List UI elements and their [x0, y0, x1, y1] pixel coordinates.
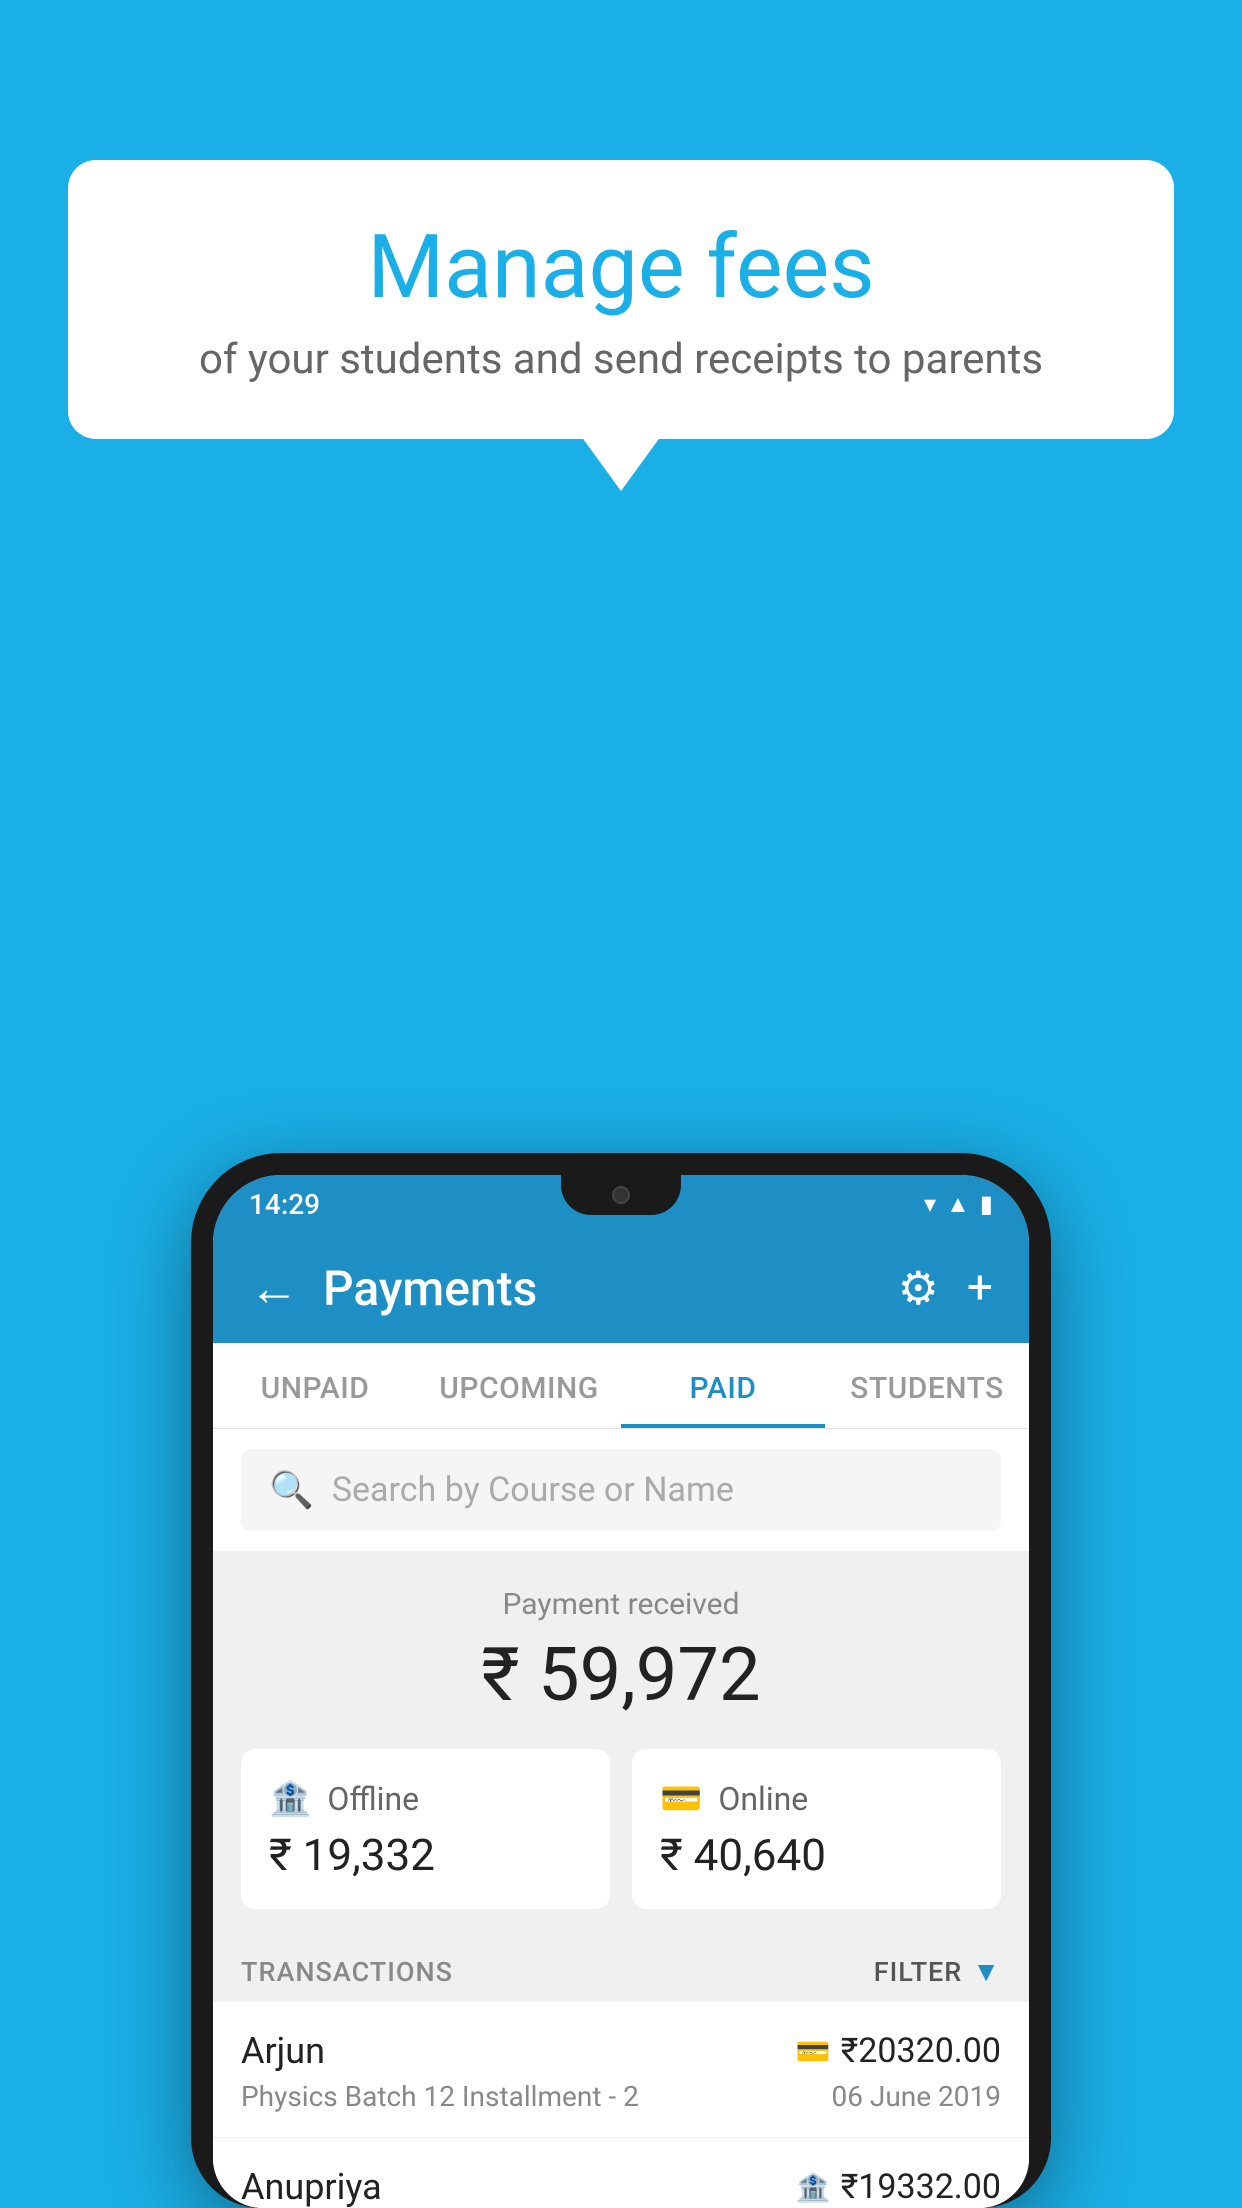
- offline-card-header: 🏦 Offline: [269, 1779, 582, 1819]
- tab-students[interactable]: STUDENTS: [825, 1343, 1029, 1428]
- bubble-subtitle: of your students and send receipts to pa…: [118, 335, 1124, 384]
- status-time: 14:29: [249, 1188, 320, 1221]
- app-bar-title: Payments: [323, 1260, 898, 1317]
- filter-label: FILTER: [874, 1956, 963, 1988]
- offline-type: Offline: [327, 1780, 419, 1818]
- settings-icon[interactable]: ⚙: [898, 1261, 939, 1316]
- offline-amount: ₹ 19,332: [269, 1829, 582, 1881]
- notch: [561, 1175, 681, 1215]
- transaction-bottom-1: Physics Batch 12 Installment - 2 06 June…: [241, 2080, 1001, 2113]
- transactions-label: TRANSACTIONS: [241, 1956, 453, 1988]
- transactions-header: TRANSACTIONS FILTER ▼: [213, 1939, 1029, 2002]
- online-amount: ₹ 40,640: [660, 1829, 973, 1881]
- back-button[interactable]: ←: [249, 1259, 299, 1318]
- signal-icon: ▲: [946, 1190, 970, 1219]
- phone-screen: 14:29 ▾ ▲ ▮ ← Payments ⚙ + UNPAID UPCO: [213, 1175, 1029, 2208]
- online-icon: 💳: [660, 1779, 702, 1819]
- wifi-icon: ▾: [924, 1190, 936, 1218]
- offline-card: 🏦 Offline ₹ 19,332: [241, 1749, 610, 1909]
- camera: [612, 1186, 630, 1204]
- cards-row: 🏦 Offline ₹ 19,332 💳 Online ₹ 40,640: [213, 1749, 1029, 1939]
- search-box[interactable]: 🔍 Search by Course or Name: [241, 1449, 1001, 1531]
- tabs: UNPAID UPCOMING PAID STUDENTS: [213, 1343, 1029, 1429]
- online-card: 💳 Online ₹ 40,640: [632, 1749, 1001, 1909]
- status-icons: ▾ ▲ ▮: [924, 1190, 993, 1219]
- transaction-detail-1: Physics Batch 12 Installment - 2: [241, 2080, 639, 2113]
- app-bar-actions: ⚙ +: [898, 1261, 993, 1316]
- filter-button[interactable]: FILTER ▼: [874, 1955, 1001, 1988]
- payment-summary: Payment received ₹ 59,972: [213, 1551, 1029, 1749]
- transaction-row[interactable]: Arjun 💳 ₹20320.00 Physics Batch 12 Insta…: [213, 2002, 1029, 2138]
- transactions-list: Arjun 💳 ₹20320.00 Physics Batch 12 Insta…: [213, 2002, 1029, 2208]
- phone-outer: 14:29 ▾ ▲ ▮ ← Payments ⚙ + UNPAID UPCO: [191, 1153, 1051, 2208]
- phone-mockup: 14:29 ▾ ▲ ▮ ← Payments ⚙ + UNPAID UPCO: [191, 1153, 1051, 2208]
- transaction-top-2: Anupriya 🏦 ₹19332.00: [241, 2166, 1001, 2208]
- transaction-amount-2: 🏦 ₹19332.00: [796, 2167, 1001, 2207]
- transaction-date-1: 06 June 2019: [831, 2080, 1001, 2113]
- offline-icon: 🏦: [269, 1779, 311, 1819]
- online-card-header: 💳 Online: [660, 1779, 973, 1819]
- search-wrap: 🔍 Search by Course or Name: [213, 1429, 1029, 1551]
- payment-amount: ₹ 59,972: [213, 1632, 1029, 1719]
- filter-icon: ▼: [972, 1955, 1001, 1988]
- status-bar: 14:29 ▾ ▲ ▮: [213, 1175, 1029, 1233]
- transaction-name-2: Anupriya: [241, 2166, 382, 2208]
- transaction-row-partial[interactable]: Anupriya 🏦 ₹19332.00: [213, 2138, 1029, 2208]
- search-input[interactable]: Search by Course or Name: [332, 1470, 734, 1510]
- payment-label: Payment received: [213, 1587, 1029, 1622]
- transaction-amount-1: 💳 ₹20320.00: [796, 2031, 1001, 2071]
- transaction-value-1: ₹20320.00: [841, 2031, 1001, 2071]
- transaction-icon-2: 🏦: [796, 2171, 831, 2204]
- speech-bubble: Manage fees of your students and send re…: [68, 160, 1174, 439]
- online-type: Online: [718, 1780, 808, 1818]
- tab-paid[interactable]: PAID: [621, 1343, 825, 1428]
- bubble-title: Manage fees: [118, 220, 1124, 317]
- transaction-name-1: Arjun: [241, 2030, 325, 2072]
- search-icon: 🔍: [269, 1469, 314, 1511]
- tab-upcoming[interactable]: UPCOMING: [417, 1343, 621, 1428]
- battery-icon: ▮: [980, 1190, 993, 1218]
- tab-unpaid[interactable]: UNPAID: [213, 1343, 417, 1428]
- transaction-top-1: Arjun 💳 ₹20320.00: [241, 2030, 1001, 2072]
- app-bar: ← Payments ⚙ +: [213, 1233, 1029, 1343]
- transaction-icon-1: 💳: [796, 2035, 831, 2068]
- transaction-value-2: ₹19332.00: [841, 2167, 1001, 2207]
- add-icon[interactable]: +: [967, 1261, 993, 1315]
